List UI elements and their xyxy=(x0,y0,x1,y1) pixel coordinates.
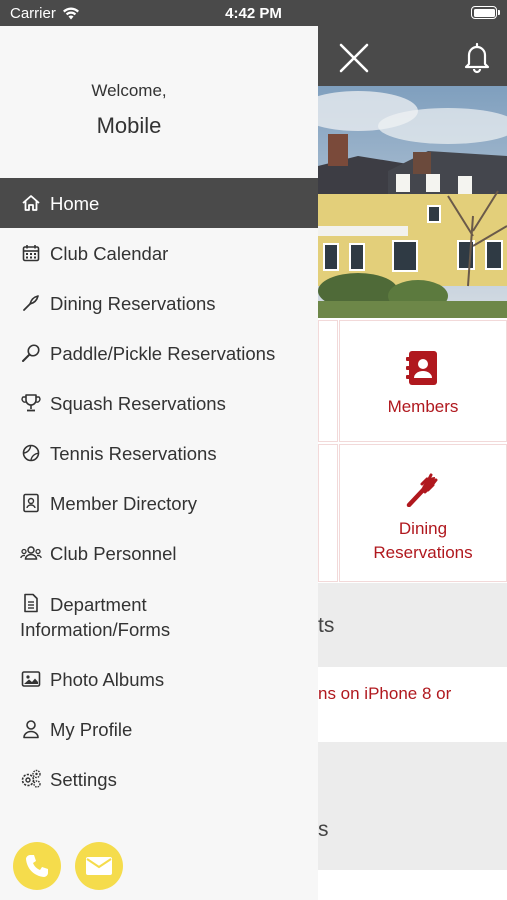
menu-item-label: Dining Reservations xyxy=(50,292,216,314)
trophy-icon xyxy=(20,392,42,414)
menu-item-tennis-reservations[interactable]: Tennis Reservations xyxy=(0,428,318,478)
tile-partial-left-bottom[interactable] xyxy=(318,444,338,582)
phone-icon xyxy=(26,855,48,877)
menu-item-home[interactable]: Home xyxy=(0,178,318,228)
gears-icon xyxy=(20,768,42,790)
fork-icon xyxy=(406,473,438,507)
menu-item-label: Photo Albums xyxy=(50,668,165,690)
menu-item-label: Department Information/Forms xyxy=(20,594,171,640)
menu-item-label: Club Personnel xyxy=(50,542,177,564)
menu-item-squash-reservations[interactable]: Squash Reservations xyxy=(0,378,318,428)
menu-item-label: My Profile xyxy=(50,718,133,740)
news-item-partial-text: ns on iPhone 8 or xyxy=(318,684,452,703)
menu-item-settings[interactable]: Settings xyxy=(0,754,318,804)
menu-item-label: Settings xyxy=(50,768,117,790)
menu-item-department-information-forms[interactable]: Department Information/Forms xyxy=(0,578,318,654)
section-header-events: ts xyxy=(318,583,507,667)
menu-item-label: Squash Reservations xyxy=(50,392,226,414)
close-icon[interactable] xyxy=(336,40,372,76)
contacts-icon xyxy=(20,492,42,514)
fork-icon xyxy=(20,292,42,314)
image-icon xyxy=(20,668,42,690)
tennis-ball-icon xyxy=(20,442,42,464)
paddle-icon xyxy=(20,342,42,364)
members-tile-label: Members xyxy=(387,397,459,416)
drawer-menu: Home Club Calendar Dining Reservations P… xyxy=(0,178,318,804)
people-icon xyxy=(20,542,42,564)
user-icon xyxy=(20,718,42,740)
menu-item-dining-reservations[interactable]: Dining Reservations xyxy=(0,278,318,328)
call-button[interactable] xyxy=(13,842,61,890)
mail-icon xyxy=(86,857,112,875)
tile-partial-left-top[interactable] xyxy=(318,320,338,442)
menu-item-my-profile[interactable]: My Profile xyxy=(0,704,318,754)
email-button[interactable] xyxy=(75,842,123,890)
menu-item-photo-albums[interactable]: Photo Albums xyxy=(0,654,318,704)
status-bar: Carrier 4:42 PM xyxy=(0,0,507,26)
section-header-partial-text-2: s xyxy=(318,818,329,841)
menu-item-label: Paddle/Pickle Reservations xyxy=(50,342,276,364)
menu-item-club-calendar[interactable]: Club Calendar xyxy=(0,228,318,278)
home-icon xyxy=(20,192,42,214)
contacts-icon xyxy=(406,351,437,385)
menu-item-label: Member Directory xyxy=(50,492,197,514)
welcome-label: Welcome, xyxy=(91,81,167,100)
section-header-second: s xyxy=(318,742,507,870)
menu-item-label: Tennis Reservations xyxy=(50,442,217,464)
clubhouse-photo xyxy=(318,86,507,318)
menu-item-label: Home xyxy=(50,192,100,214)
username-label: Mobile xyxy=(96,113,162,138)
menu-item-label: Club Calendar xyxy=(50,242,169,264)
calendar-icon xyxy=(20,242,42,264)
status-time: 4:42 PM xyxy=(225,5,282,22)
dining-reservations-tile[interactable]: Dining Reservations xyxy=(339,444,507,582)
members-tile[interactable]: Members xyxy=(339,320,507,442)
menu-item-club-personnel[interactable]: Club Personnel xyxy=(0,528,318,578)
menu-item-paddle-pickle-reservations[interactable]: Paddle/Pickle Reservations xyxy=(0,328,318,378)
content-bottom xyxy=(318,870,507,900)
bell-icon[interactable] xyxy=(460,40,494,74)
side-drawer: Welcome, Mobile Home Club Calendar Dinin… xyxy=(0,26,318,900)
dining-tile-label-line2: Reservations xyxy=(373,543,473,562)
dining-tile-label-line1: Dining xyxy=(398,519,448,538)
battery-icon xyxy=(471,6,500,19)
section-header-partial-text: ts xyxy=(318,614,335,637)
news-item[interactable]: ns on iPhone 8 or xyxy=(318,668,507,742)
menu-item-member-directory[interactable]: Member Directory xyxy=(0,478,318,528)
